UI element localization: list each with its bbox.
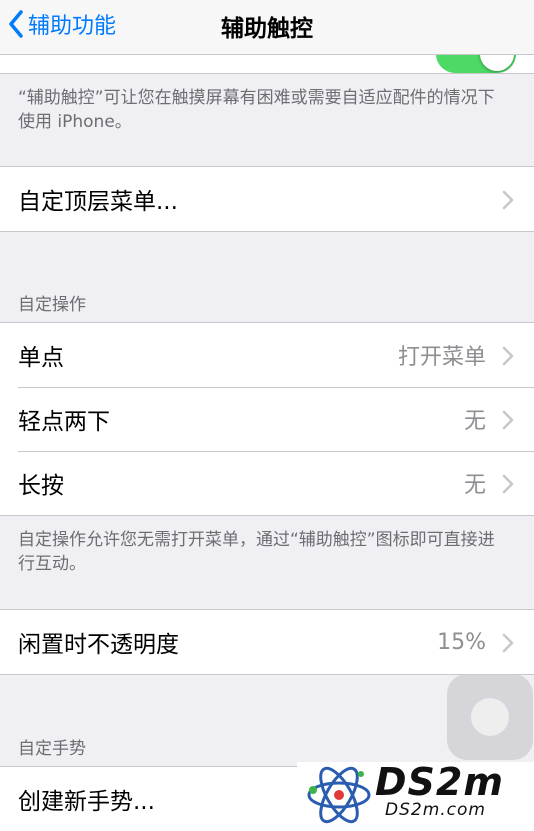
custom-actions-header: 自定操作 (18, 295, 86, 315)
create-gesture-label: 创建新手势... (18, 789, 155, 815)
atom-logo-icon (307, 766, 371, 824)
chevron-right-icon (502, 633, 514, 653)
watermark-text: DS2m (375, 760, 504, 804)
custom-actions-footer: 自定操作允许您无需打开菜单，通过“辅助触控”图标即可直接进行互动。 (18, 530, 495, 574)
double-tap-row[interactable]: 轻点两下 无 (0, 387, 534, 451)
assistive-touch-button[interactable] (447, 674, 533, 760)
watermark-url: DS2m.com (385, 800, 486, 820)
page-title: 辅助触控 (221, 16, 313, 42)
double-tap-label: 轻点两下 (18, 409, 110, 435)
navigation-bar: 辅助功能 辅助触控 (0, 0, 534, 55)
assistive-touch-toggle[interactable] (436, 55, 516, 73)
idle-opacity-value: 15% (437, 629, 486, 655)
toggle-knob (480, 55, 514, 71)
chevron-right-icon (502, 346, 514, 366)
assistive-touch-ring (471, 698, 509, 736)
assistive-touch-toggle-cell (0, 55, 534, 74)
chevron-right-icon (502, 190, 514, 210)
custom-gestures-header: 自定手势 (18, 739, 86, 759)
single-tap-label: 单点 (18, 345, 64, 371)
idle-opacity-group: 闲置时不透明度 15% (0, 609, 534, 675)
long-press-label: 长按 (18, 473, 64, 499)
custom-actions-group: 单点 打开菜单 轻点两下 无 长按 无 (0, 322, 534, 516)
chevron-right-icon (502, 410, 514, 430)
idle-opacity-label: 闲置时不透明度 (18, 632, 179, 658)
customize-top-menu-label: 自定顶层菜单... (18, 189, 178, 215)
chevron-right-icon (502, 474, 514, 494)
long-press-row[interactable]: 长按 无 (0, 451, 534, 515)
double-tap-value: 无 (463, 409, 486, 434)
idle-opacity-row[interactable]: 闲置时不透明度 15% (0, 610, 534, 674)
watermark: DS2m DS2m.com (297, 760, 534, 829)
customize-top-menu-row[interactable]: 自定顶层菜单... (0, 167, 534, 231)
top-menu-group: 自定顶层菜单... (0, 166, 534, 232)
single-tap-row[interactable]: 单点 打开菜单 (0, 323, 534, 387)
assistive-touch-description: “辅助触控”可让您在触摸屏幕有困难或需要自适应配件的情况下使用 iPhone。 (18, 88, 495, 132)
single-tap-value: 打开菜单 (397, 345, 486, 370)
long-press-value: 无 (463, 473, 486, 498)
